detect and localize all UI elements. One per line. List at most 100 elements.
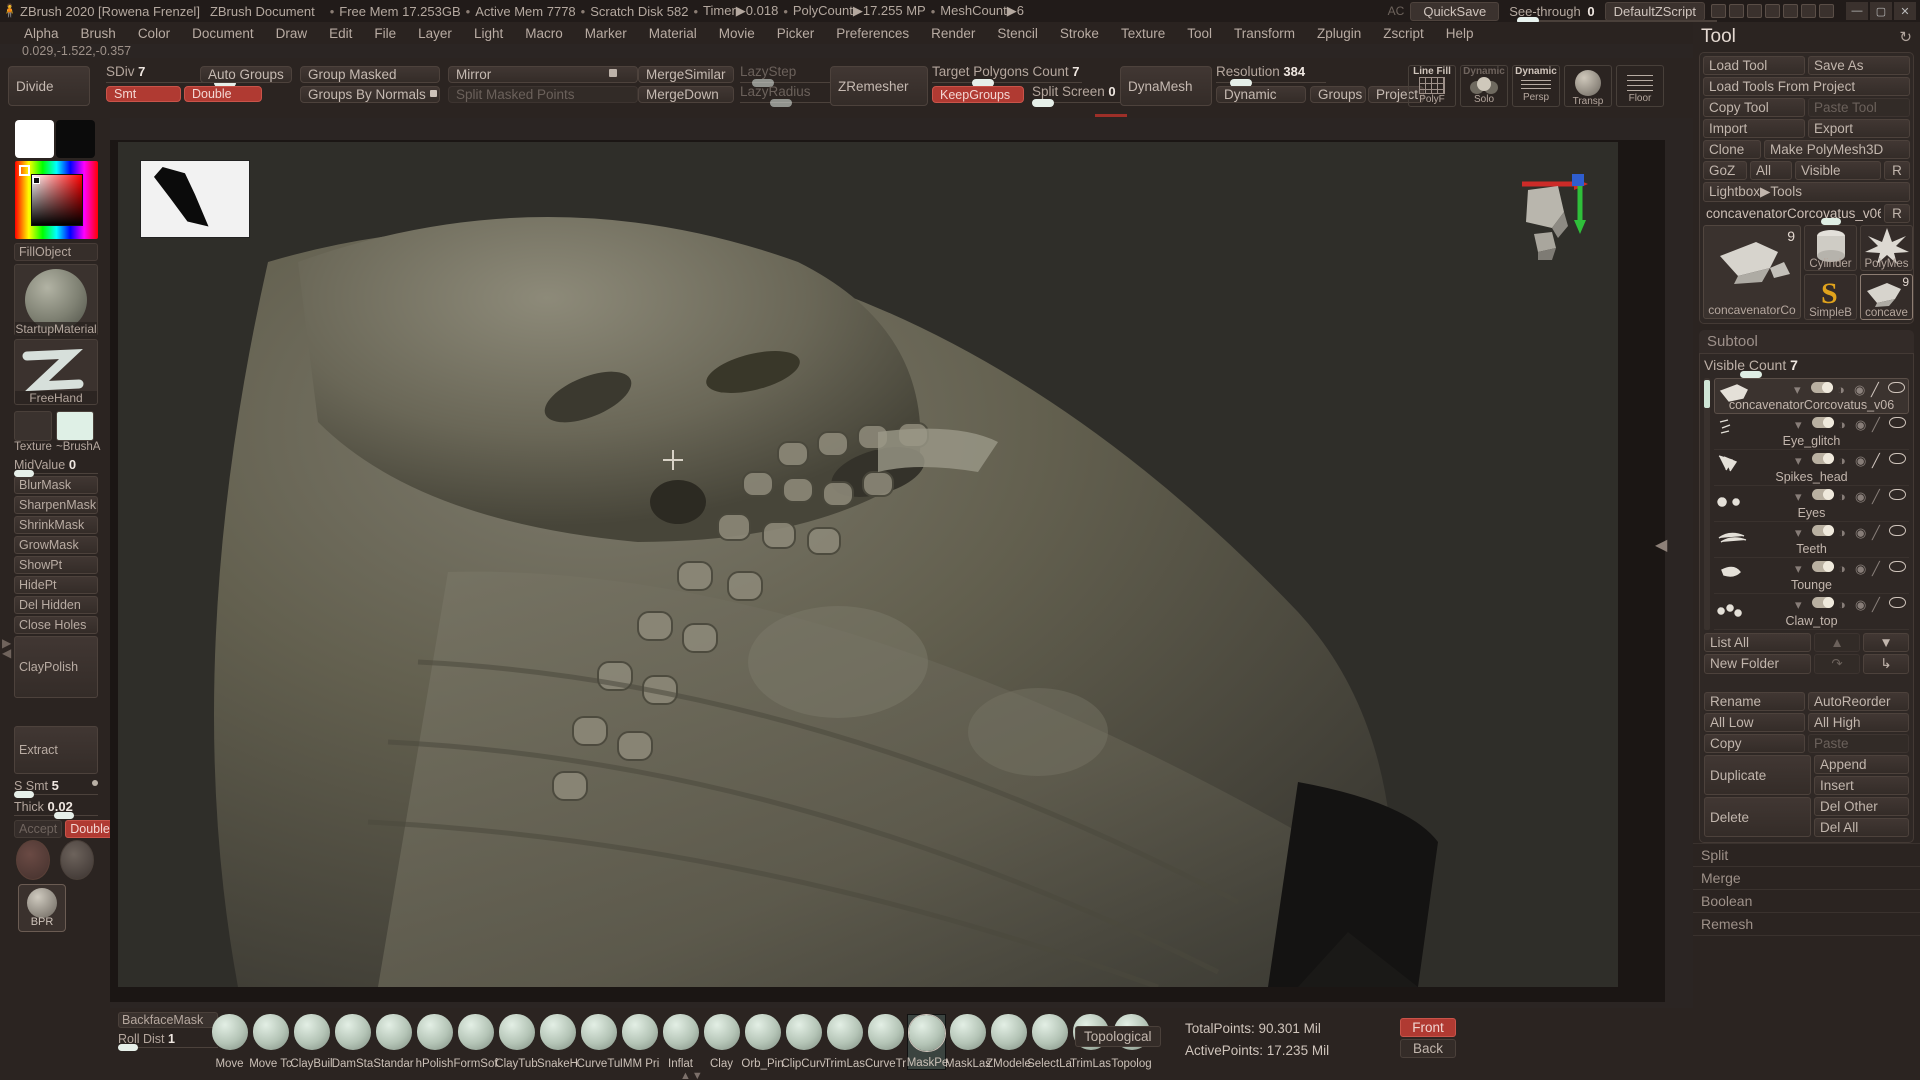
backface-mask-button[interactable]: BackfaceMask bbox=[118, 1012, 218, 1028]
folder-in-icon[interactable]: ↳ bbox=[1863, 654, 1909, 674]
double-button-top[interactable]: Double bbox=[184, 86, 262, 102]
menu-item-render[interactable]: Render bbox=[921, 24, 985, 43]
brush-clipcurv[interactable]: ClipCurv bbox=[781, 1014, 826, 1070]
zremesher-button[interactable]: ZRemesher bbox=[830, 66, 928, 106]
current-tool-name-row[interactable]: concavenatorCorcovatus_v06 R bbox=[1703, 204, 1910, 225]
document-viewport[interactable] bbox=[118, 142, 1618, 987]
double-button-left[interactable]: Double bbox=[65, 820, 115, 838]
subtool-half-circle-icon[interactable]: ◑ bbox=[1838, 597, 1851, 612]
extract-button[interactable]: Extract bbox=[14, 726, 98, 774]
visible-count-knob[interactable] bbox=[1740, 371, 1762, 378]
tool-thumb-polymesh[interactable]: PolyMes bbox=[1860, 225, 1913, 271]
reset-icon[interactable]: ↻ bbox=[1899, 28, 1912, 46]
swirl-icon[interactable] bbox=[60, 840, 94, 880]
subtool-polypaint-icon[interactable]: ◉ bbox=[1855, 597, 1868, 612]
front-button[interactable]: Front bbox=[1400, 1018, 1456, 1037]
brush-zmodele[interactable]: ZModele bbox=[986, 1014, 1031, 1070]
brush-snakeh[interactable]: SnakeH bbox=[537, 1014, 578, 1070]
brush-maskpe[interactable]: MaskPe bbox=[907, 1014, 948, 1070]
see-through-slider[interactable]: See-through 0 bbox=[1505, 4, 1718, 24]
duplicate-button[interactable]: Duplicate bbox=[1704, 755, 1811, 795]
subtool-row[interactable]: ▾ ◑ ◉ ╱ Spikes_head bbox=[1714, 450, 1909, 486]
tray-left-icon[interactable] bbox=[1729, 4, 1744, 18]
paste-tool-button[interactable]: Paste Tool bbox=[1808, 98, 1910, 117]
subtool-arrow-icon[interactable]: ▾ bbox=[1795, 417, 1808, 432]
midvalue-knob[interactable] bbox=[14, 470, 34, 477]
tool-thumb-simplebrush[interactable]: S SimpleB bbox=[1804, 274, 1857, 320]
left-button-shrinkmask[interactable]: ShrinkMask bbox=[14, 516, 98, 534]
left-button-close-holes[interactable]: Close Holes bbox=[14, 616, 98, 634]
nav-head-thumbnail[interactable] bbox=[1512, 182, 1582, 262]
tool-thumb-concave[interactable]: 9 concave bbox=[1860, 274, 1913, 320]
brush-clay[interactable]: Clay bbox=[702, 1014, 741, 1070]
menu-item-stroke[interactable]: Stroke bbox=[1050, 24, 1109, 43]
persp-button[interactable]: Dynamic Persp bbox=[1512, 65, 1560, 107]
primary-color-swatch[interactable] bbox=[15, 120, 54, 158]
rename-button[interactable]: Rename bbox=[1704, 692, 1805, 711]
solo-button[interactable]: Dynamic Solo bbox=[1460, 65, 1508, 107]
keep-groups-button[interactable]: KeepGroups bbox=[932, 86, 1024, 103]
subtool-row[interactable]: ▾ ◑ ◉ ╱ Teeth bbox=[1714, 522, 1909, 558]
brush-curvetu[interactable]: CurveTu bbox=[577, 1014, 620, 1070]
stroke-selector[interactable]: FreeHand bbox=[14, 339, 98, 405]
split-screen-knob[interactable] bbox=[1032, 99, 1054, 107]
floor-button[interactable]: Floor bbox=[1616, 65, 1664, 107]
tool-thumb-main[interactable]: 9 concavenatorCo bbox=[1703, 225, 1801, 319]
midvalue-track[interactable] bbox=[14, 470, 98, 477]
subtool-polypaint-icon[interactable]: ◉ bbox=[1854, 382, 1867, 397]
maximize-button[interactable]: ▢ bbox=[1870, 2, 1892, 20]
menu-item-file[interactable]: File bbox=[364, 24, 406, 43]
fill-object-button[interactable]: FillObject bbox=[14, 243, 98, 261]
subtool-eye-icon[interactable] bbox=[1889, 561, 1906, 572]
texture-thumb[interactable] bbox=[14, 411, 52, 441]
s-smt-slider[interactable]: S Smt 5 bbox=[14, 778, 98, 798]
all-high-button[interactable]: All High bbox=[1808, 713, 1909, 732]
menu-item-texture[interactable]: Texture bbox=[1111, 24, 1175, 43]
subtool-scrollbar[interactable] bbox=[1704, 378, 1710, 630]
subtool-list[interactable]: ▾ ◑ ◉ ╱ concavenatorCorcovatus_v06 ▾ ◑ ◉ ╱ Eye_gl… bbox=[1704, 378, 1909, 630]
smt-button[interactable]: Smt bbox=[106, 86, 181, 102]
save-as-button[interactable]: Save As bbox=[1808, 56, 1910, 75]
subtool-visibility-toggle[interactable] bbox=[1812, 417, 1834, 428]
brush-selectla[interactable]: SelectLa bbox=[1027, 1014, 1072, 1070]
hue-marker[interactable] bbox=[19, 165, 30, 176]
subtool-row[interactable]: ▾ ◑ ◉ ╱ Tounge bbox=[1714, 558, 1909, 594]
brush-masklas[interactable]: MaskLas bbox=[945, 1014, 990, 1070]
subtool-half-circle-icon[interactable]: ◑ bbox=[1838, 489, 1851, 504]
brush-standar[interactable]: Standar bbox=[373, 1014, 414, 1070]
subtool-polyframe-icon[interactable]: ╱ bbox=[1872, 561, 1885, 576]
subtool-scrollbar-thumb[interactable] bbox=[1704, 380, 1710, 408]
menu-item-material[interactable]: Material bbox=[639, 24, 707, 43]
left-button-del-hidden[interactable]: Del Hidden bbox=[14, 596, 98, 614]
sculpt-mesh[interactable] bbox=[118, 142, 1618, 987]
subtool-visibility-toggle[interactable] bbox=[1812, 597, 1834, 608]
close-button[interactable]: ✕ bbox=[1894, 2, 1916, 20]
brush-damsta[interactable]: DamSta bbox=[332, 1014, 373, 1070]
transp-button[interactable]: Transp bbox=[1564, 65, 1612, 107]
auto-groups-button[interactable]: Auto Groups bbox=[200, 66, 292, 83]
subtool-half-circle-icon[interactable]: ◑ bbox=[1837, 382, 1850, 397]
brush-curvetr[interactable]: CurveTr bbox=[865, 1014, 906, 1070]
menu-item-alpha[interactable]: Alpha bbox=[14, 24, 69, 43]
menu-item-layer[interactable]: Layer bbox=[408, 24, 462, 43]
alpha-selector[interactable]: ~BrushA bbox=[56, 411, 100, 453]
mirror-indicator-icon[interactable] bbox=[609, 69, 617, 77]
roll-dist-track[interactable] bbox=[118, 1044, 218, 1051]
left-button-blurmask[interactable]: BlurMask bbox=[14, 476, 98, 494]
brush-formsof[interactable]: FormSof bbox=[453, 1014, 498, 1070]
roll-dist-slider[interactable]: Roll Dist 1 bbox=[118, 1032, 218, 1051]
arrow-down-icon[interactable]: ▼ bbox=[1863, 633, 1909, 652]
bpr-render-button[interactable]: BPR bbox=[18, 884, 66, 932]
menu-item-stencil[interactable]: Stencil bbox=[987, 24, 1048, 43]
secondary-color-swatch[interactable] bbox=[56, 120, 95, 158]
sv-marker[interactable] bbox=[33, 177, 40, 184]
subtool-eye-icon[interactable] bbox=[1889, 525, 1906, 536]
s-smt-track[interactable] bbox=[14, 791, 98, 798]
menu-toggle-icon[interactable] bbox=[1711, 4, 1726, 18]
insert-button[interactable]: Insert bbox=[1814, 776, 1909, 795]
visible-count-slider[interactable]: Visible Count 7 bbox=[1704, 357, 1909, 378]
roll-dist-knob[interactable] bbox=[118, 1044, 138, 1051]
brush-trimlas[interactable]: TrimLas bbox=[824, 1014, 865, 1070]
split-section[interactable]: Split bbox=[1693, 843, 1920, 866]
append-button[interactable]: Append bbox=[1814, 755, 1909, 774]
